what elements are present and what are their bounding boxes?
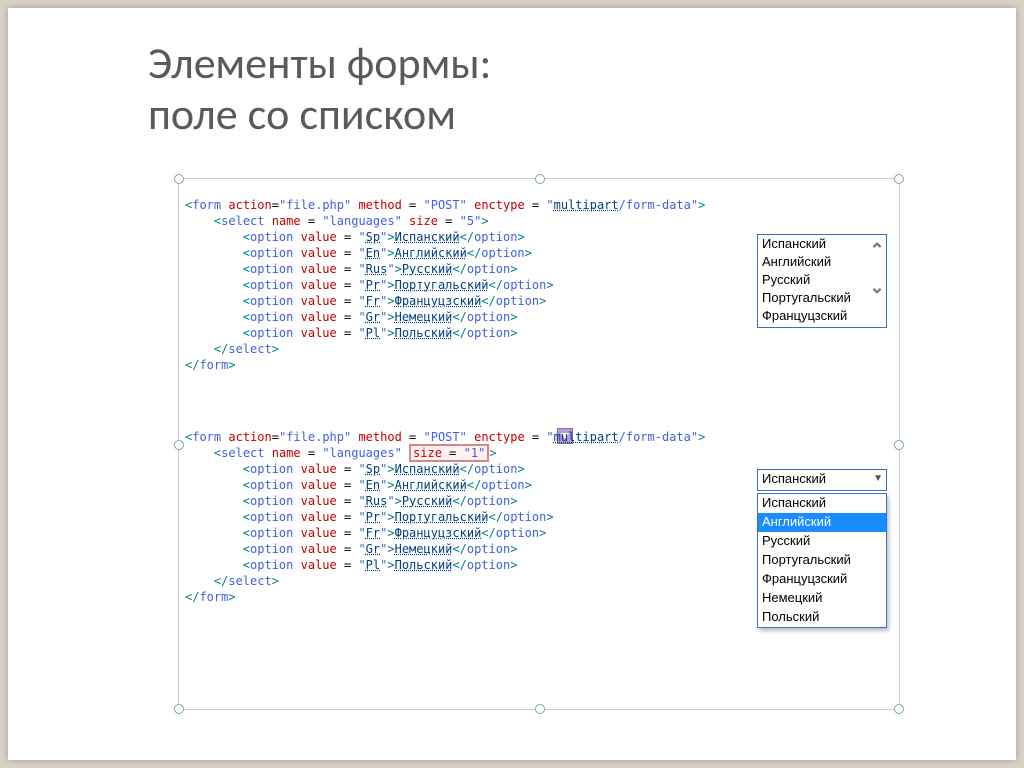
dropdown-size-1[interactable]: Испанский ▼ ИспанскийАнглийскийРусскийПо… [757, 469, 887, 628]
title-area: Элементы формы: поле со списком [148, 38, 976, 139]
resize-handle[interactable] [174, 174, 184, 184]
resize-handle[interactable] [535, 704, 545, 714]
scroll-down-icon[interactable]: ⌄ [868, 272, 886, 302]
dropdown-option[interactable]: Польский [758, 608, 886, 627]
code-example-1: <form action="file.php" method = "POST" … [185, 197, 705, 373]
listbox-option[interactable]: Испанский [758, 235, 886, 253]
content-placeholder[interactable]: <form action="file.php" method = "POST" … [178, 178, 900, 710]
slide: Элементы формы: поле со списком <form ac… [8, 8, 1016, 760]
title-line-1: Элементы формы: [148, 36, 491, 90]
dropdown-open-list[interactable]: ИспанскийАнглийскийРусскийПортугальскийФ… [757, 493, 887, 628]
dropdown-option[interactable]: Испанский [758, 494, 886, 513]
dropdown-option[interactable]: Немецкий [758, 589, 886, 608]
scroll-up-icon[interactable]: ⌃ [868, 235, 886, 265]
resize-handle[interactable] [894, 440, 904, 450]
resize-handle[interactable] [894, 704, 904, 714]
resize-handle[interactable] [174, 440, 184, 450]
listbox-option[interactable]: Английский [758, 253, 886, 271]
dropdown-option[interactable]: Русский [758, 532, 886, 551]
resize-handle[interactable] [894, 174, 904, 184]
dropdown-option[interactable]: Француцзский [758, 570, 886, 589]
title-line-2: поле со списком [148, 87, 456, 141]
dropdown-option[interactable]: Английский [758, 513, 886, 532]
resize-handle[interactable] [535, 174, 545, 184]
listbox-size-5[interactable]: ИспанскийАнглийскийРусскийПортугальскийФ… [757, 234, 887, 328]
listbox-option[interactable]: Француцзский [758, 307, 886, 325]
listbox-option[interactable]: Португальский [758, 289, 886, 307]
dropdown-closed[interactable]: Испанский ▼ [757, 469, 887, 491]
code-example-2: <form action="file.php" method = "POST" … [185, 429, 705, 605]
resize-handle[interactable] [174, 704, 184, 714]
caret-down-icon: ▼ [873, 473, 883, 484]
dropdown-selected-value: Испанский [762, 471, 826, 486]
slide-title: Элементы формы: поле со списком [148, 38, 976, 139]
listbox-option[interactable]: Русский [758, 271, 886, 289]
dropdown-option[interactable]: Португальский [758, 551, 886, 570]
